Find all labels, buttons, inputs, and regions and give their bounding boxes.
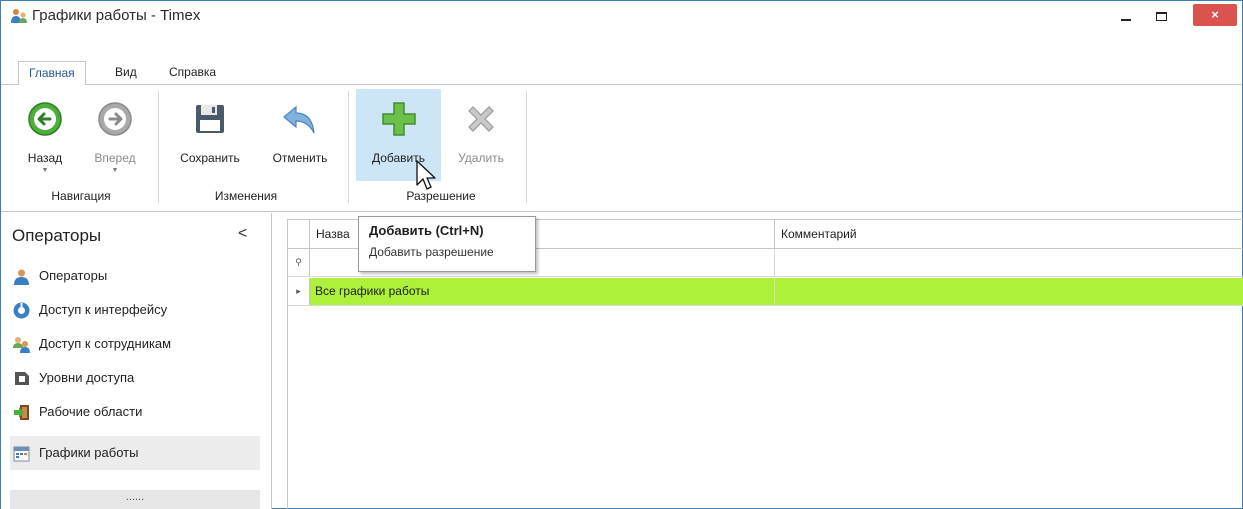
ribbon-separator: [526, 91, 527, 203]
tab-help[interactable]: Справка: [159, 61, 226, 86]
back-arrow-icon: [28, 102, 62, 136]
plus-icon: [381, 102, 416, 136]
row-indicator-icon: ▸: [288, 278, 310, 305]
back-dropdown-icon: ▼: [41, 167, 49, 174]
maximize-button[interactable]: [1147, 5, 1175, 27]
forward-label: Вперед: [94, 151, 136, 165]
sidebar-item-label: Доступ к интерфейсу: [39, 302, 168, 317]
sidebar-title: Операторы: [12, 226, 102, 245]
sidebar-item-employees-access[interactable]: Доступ к сотрудникам: [10, 327, 260, 361]
save-label: Сохранить: [180, 151, 240, 165]
new-row-pin-icon: ⚲: [288, 249, 310, 276]
new-row-comment-cell[interactable]: [775, 249, 1243, 276]
column-header-comment[interactable]: Комментарий: [775, 220, 1243, 249]
tooltip-description: Добавить разрешение: [369, 245, 494, 259]
table-row[interactable]: ▸ Все графики работы: [288, 278, 1243, 306]
tooltip-title: Добавить (Ctrl+N): [369, 223, 484, 238]
calendar-icon: [13, 446, 30, 462]
sidebar-item-access-levels[interactable]: Уровни доступа: [10, 361, 260, 395]
row-comment-cell[interactable]: [775, 278, 1243, 305]
grid-header-indicator: [288, 220, 310, 249]
sidebar-item-label: Операторы: [39, 268, 108, 283]
group-navigation-label: Навигация: [51, 189, 111, 203]
ribbon-tabs: Главная Вид Справка: [1, 61, 1242, 86]
app-window: Графики работы - Timex × Главная Вид Спр…: [0, 0, 1243, 509]
user-icon: [14, 269, 29, 285]
save-button[interactable]: Сохранить: [169, 89, 251, 181]
access-level-icon: [15, 372, 29, 385]
minimize-button[interactable]: [1111, 5, 1141, 27]
collapse-chevron-icon[interactable]: <: [238, 225, 247, 243]
sidebar-overflow-handle[interactable]: ......: [10, 490, 260, 509]
sidebar-item-interface-access[interactable]: Доступ к интерфейсу: [10, 293, 260, 327]
sidebar-item-workspaces[interactable]: Рабочие области: [10, 395, 260, 429]
delete-button[interactable]: Удалить: [445, 89, 517, 181]
delete-label: Удалить: [458, 151, 504, 165]
floppy-disk-icon: [196, 105, 224, 133]
tab-view[interactable]: Вид: [105, 61, 147, 86]
employees-access-icon: [13, 337, 30, 353]
back-label: Назад: [27, 151, 63, 165]
interface-access-icon: [13, 302, 30, 319]
ribbon: Назад ▼ Вперед ▼ Сохранить Отменить Доба…: [1, 85, 1242, 212]
tab-home[interactable]: Главная: [18, 61, 86, 86]
sidebar-item-label: Доступ к сотрудникам: [39, 336, 172, 351]
forward-button[interactable]: Вперед ▼: [85, 89, 145, 181]
sidebar: Операторы < Операторы Доступ к интерфейс…: [1, 213, 272, 509]
window-title: Графики работы - Timex: [32, 7, 201, 24]
title-bar: Графики работы - Timex ×: [1, 1, 1242, 31]
forward-arrow-icon: [98, 102, 132, 136]
sidebar-item-schedules[interactable]: Графики работы: [10, 436, 260, 470]
group-permission-label: Разрешение: [406, 189, 476, 203]
sidebar-item-label: Уровни доступа: [39, 370, 135, 385]
minimize-icon: [1121, 19, 1131, 21]
forward-dropdown-icon: ▼: [111, 167, 119, 174]
ribbon-separator: [158, 91, 159, 203]
mouse-cursor-icon: [416, 160, 436, 190]
undo-button[interactable]: Отменить: [259, 89, 341, 181]
undo-label: Отменить: [272, 151, 328, 165]
sidebar-item-label: Графики работы: [39, 445, 139, 460]
close-button[interactable]: ×: [1193, 4, 1237, 26]
undo-arrow-icon: [283, 105, 315, 134]
delete-x-icon: [468, 106, 494, 132]
workspace-icon: [14, 405, 29, 420]
add-tooltip: Добавить (Ctrl+N) Добавить разрешение: [358, 216, 536, 272]
ribbon-separator: [348, 91, 349, 203]
row-name-cell[interactable]: Все графики работы: [310, 278, 775, 305]
close-icon: ×: [1211, 7, 1219, 22]
back-button[interactable]: Назад ▼: [21, 89, 69, 181]
app-users-icon: [11, 9, 27, 23]
sidebar-item-label: Рабочие области: [39, 404, 143, 419]
sidebar-item-operators[interactable]: Операторы: [10, 259, 260, 293]
maximize-icon: [1155, 12, 1167, 21]
group-changes-label: Изменения: [214, 189, 278, 203]
